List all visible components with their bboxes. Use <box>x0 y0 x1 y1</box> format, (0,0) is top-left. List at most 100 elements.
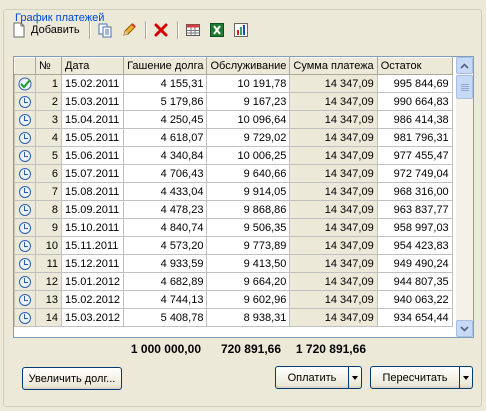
clock-icon <box>19 185 31 198</box>
chart-button[interactable] <box>230 20 252 40</box>
row-date: 15.10.2011 <box>60 218 125 237</box>
edit-pencil-icon <box>122 23 136 36</box>
table-row[interactable]: 13 15.02.2012 4 744,13 9 602,96 14 347,09 940… <box>14 290 453 309</box>
pay-button[interactable]: Оплатить <box>275 366 349 389</box>
row-number: 1 <box>35 74 62 93</box>
column-header-service[interactable]: Обслуживание <box>206 57 291 75</box>
row-service: 9 729,02 <box>206 128 291 147</box>
table-row[interactable]: 11 15.12.2011 4 933,59 9 413,50 14 347,09 949… <box>14 254 453 273</box>
clock-icon <box>19 167 31 180</box>
row-number: 4 <box>35 128 62 147</box>
row-date: 15.08.2011 <box>60 182 125 201</box>
table-row[interactable]: 14 15.03.2012 5 408,78 8 938,31 14 347,09 934… <box>14 308 453 327</box>
increase-debt-button[interactable]: Увеличить долг... <box>22 367 122 390</box>
table-button[interactable] <box>182 20 204 40</box>
row-service: 9 664,20 <box>206 272 291 291</box>
increase-debt-label: Увеличить долг... <box>28 372 116 385</box>
column-header-balance[interactable]: Остаток <box>376 57 453 75</box>
row-status-cell <box>14 74 36 93</box>
column-header-payment[interactable]: Сумма платежа <box>289 57 378 75</box>
column-header-number[interactable]: № <box>35 57 62 75</box>
clock-icon <box>19 293 31 306</box>
row-principal: 4 933,59 <box>123 254 208 273</box>
row-service: 10 096,64 <box>206 110 291 129</box>
delete-button[interactable] <box>150 20 172 40</box>
row-number: 2 <box>35 92 62 111</box>
row-balance: 940 063,22 <box>376 290 453 309</box>
table-row[interactable]: 6 15.07.2011 4 706,43 9 640,66 14 347,09 972 … <box>14 164 453 183</box>
row-principal: 4 618,07 <box>123 128 208 147</box>
edit-button[interactable] <box>118 20 140 40</box>
row-balance: 944 807,35 <box>376 272 453 291</box>
table-row[interactable]: 1 15.02.2011 4 155,31 10 191,78 14 347,09 995… <box>14 74 453 93</box>
clock-icon <box>19 149 31 162</box>
row-number: 6 <box>35 164 62 183</box>
row-principal: 4 706,43 <box>123 164 208 183</box>
row-service: 9 914,05 <box>206 182 291 201</box>
row-date: 15.05.2011 <box>60 128 125 147</box>
row-principal: 4 840,74 <box>123 218 208 237</box>
row-service: 9 602,96 <box>206 290 291 309</box>
row-date: 15.09.2011 <box>60 200 125 219</box>
recalculate-dropdown-arrow[interactable] <box>460 366 473 389</box>
toolbar: Добавить <box>8 19 478 41</box>
payment-grid[interactable]: № Дата Гашение долга Обслуживание Сумма … <box>13 56 474 338</box>
table-row[interactable]: 7 15.08.2011 4 433,04 9 914,05 14 347,09 968 … <box>14 182 453 201</box>
scroll-thumb[interactable] <box>456 75 473 99</box>
row-date: 15.12.2011 <box>60 254 125 273</box>
row-payment: 14 347,09 <box>289 254 378 273</box>
row-payment: 14 347,09 <box>289 236 378 255</box>
row-balance: 977 455,47 <box>376 146 453 165</box>
chevron-up-icon <box>460 62 469 69</box>
row-date: 15.02.2011 <box>60 74 125 93</box>
row-balance: 981 796,31 <box>376 128 453 147</box>
triangle-down-icon <box>463 375 469 380</box>
scroll-down-button[interactable] <box>456 320 473 337</box>
add-button[interactable]: Добавить <box>8 20 86 40</box>
row-number: 7 <box>35 182 62 201</box>
excel-export-button[interactable] <box>206 20 228 40</box>
row-status-cell <box>14 92 36 111</box>
row-payment: 14 347,09 <box>289 92 378 111</box>
add-doc-icon <box>13 22 25 38</box>
table-row[interactable]: 4 15.05.2011 4 618,07 9 729,02 14 347,09 981 … <box>14 128 453 147</box>
row-payment: 14 347,09 <box>289 146 378 165</box>
row-principal: 5 179,86 <box>123 92 208 111</box>
copy-button[interactable] <box>94 20 116 40</box>
table-row[interactable]: 5 15.06.2011 4 340,84 10 006,25 14 347,09 977… <box>14 146 453 165</box>
totals-row: 1 000 000,00 720 891,66 1 720 891,66 <box>13 340 461 358</box>
pay-dropdown-arrow[interactable] <box>349 366 362 389</box>
vertical-scrollbar[interactable] <box>456 57 473 337</box>
toolbar-separator <box>144 21 147 39</box>
table-row[interactable]: 12 15.01.2012 4 682,89 9 664,20 14 347,09 944… <box>14 272 453 291</box>
column-header-principal[interactable]: Гашение долга <box>123 57 208 75</box>
row-service: 8 938,31 <box>206 308 291 327</box>
row-status-cell <box>14 254 36 273</box>
recalculate-split-button[interactable]: Пересчитать <box>370 366 473 389</box>
recalculate-button[interactable]: Пересчитать <box>370 366 460 389</box>
table-row[interactable]: 8 15.09.2011 4 478,23 9 868,86 14 347,09 963 … <box>14 200 453 219</box>
table-row[interactable]: 10 15.11.2011 4 573,20 9 773,89 14 347,09 954… <box>14 236 453 255</box>
row-service: 9 167,23 <box>206 92 291 111</box>
add-button-label: Добавить <box>31 24 80 36</box>
table-row[interactable]: 9 15.10.2011 4 840,74 9 506,35 14 347,09 958 … <box>14 218 453 237</box>
row-balance: 972 749,04 <box>376 164 453 183</box>
table-row[interactable]: 3 15.04.2011 4 250,45 10 096,64 14 347,09 986… <box>14 110 453 129</box>
clock-icon <box>19 113 31 126</box>
scroll-up-button[interactable] <box>456 57 473 74</box>
row-date: 15.11.2011 <box>60 236 125 255</box>
pay-label: Оплатить <box>287 371 337 384</box>
row-date: 15.07.2011 <box>60 164 125 183</box>
column-header-date[interactable]: Дата <box>60 57 125 75</box>
row-status-cell <box>14 110 36 129</box>
table-row[interactable]: 2 15.03.2011 5 179,86 9 167,23 14 347,09 990 … <box>14 92 453 111</box>
excel-icon <box>209 23 224 37</box>
total-service: 720 891,66 <box>220 342 281 356</box>
pay-split-button[interactable]: Оплатить <box>275 366 362 389</box>
row-principal: 4 433,04 <box>123 182 208 201</box>
row-service: 9 640,66 <box>206 164 291 183</box>
row-service: 9 773,89 <box>206 236 291 255</box>
row-status-cell <box>14 218 36 237</box>
total-principal: 1 000 000,00 <box>130 342 201 356</box>
row-status-cell <box>14 164 36 183</box>
